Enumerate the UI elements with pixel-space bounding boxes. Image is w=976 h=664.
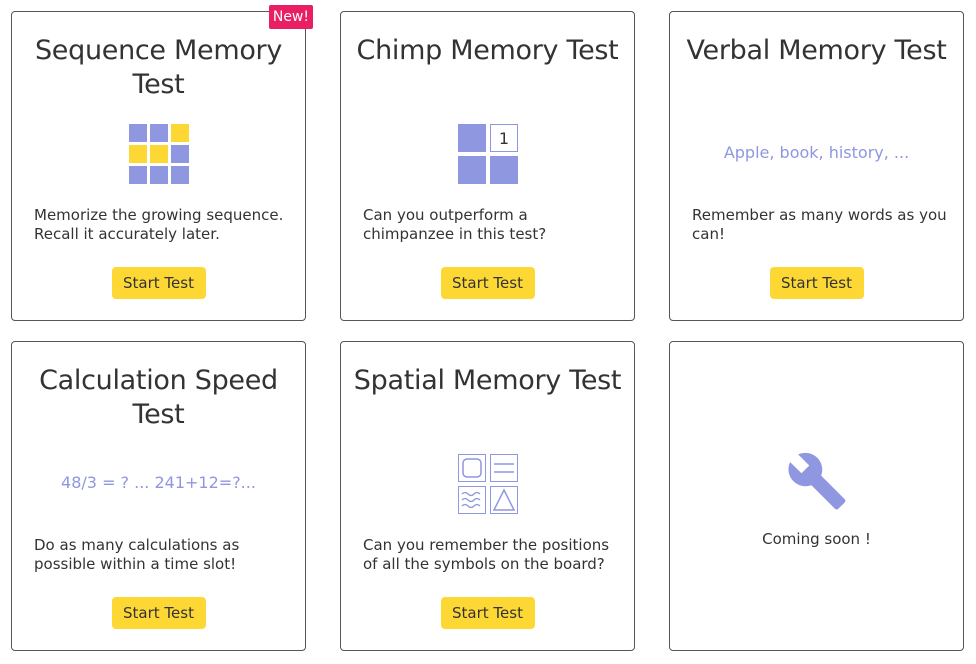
card-spatial-memory: Spatial Memory Test Can you remember the… [340, 341, 635, 651]
card-title: Verbal Memory Test [686, 35, 947, 66]
start-test-button[interactable]: Start Test [111, 267, 206, 299]
card-description: Can you outperform a chimpanzee in this … [363, 206, 547, 243]
card-description: Remember as many words as you can! [692, 206, 947, 243]
card-coming-soon: Coming soon ! [669, 341, 964, 651]
sample-calculations: 48/3 = ? ... 241+12=?... [61, 473, 256, 492]
sequence-grid-icon [128, 124, 189, 184]
card-chimp-memory: Chimp Memory Test 1 Can you outperform a… [340, 11, 635, 321]
start-test-button[interactable]: Start Test [440, 597, 535, 629]
spatial-symbols-icon [457, 454, 518, 514]
start-test-button[interactable]: Start Test [111, 597, 206, 629]
card-title: Calculation Speed Test [39, 365, 278, 430]
start-test-button[interactable]: Start Test [769, 267, 864, 299]
test-grid: New! Sequence Memory Test Memorize the g… [0, 0, 976, 664]
card-verbal-memory: Verbal Memory Test Apple, book, history,… [669, 11, 964, 321]
sample-words: Apple, book, history, ... [723, 143, 910, 162]
card-title: Spatial Memory Test [353, 365, 622, 396]
wrench-icon [786, 450, 848, 512]
chimp-number: 1 [498, 129, 508, 148]
card-calculation-speed: Calculation Speed Test 48/3 = ? ... 241+… [11, 341, 306, 651]
card-title: Sequence Memory Test [34, 35, 283, 100]
card-description: Memorize the growing sequence. Recall it… [34, 206, 284, 243]
chimp-grid-icon: 1 [457, 124, 518, 184]
coming-soon-label: Coming soon ! [762, 530, 871, 548]
card-title: Chimp Memory Test [356, 35, 619, 66]
card-description: Can you remember the positions of all th… [363, 536, 610, 573]
card-sequence-memory: New! Sequence Memory Test Memorize the g… [11, 5, 313, 321]
start-test-button[interactable]: Start Test [440, 267, 535, 299]
card-description: Do as many calculations as possible with… [34, 536, 240, 573]
new-badge: New! [268, 5, 313, 29]
